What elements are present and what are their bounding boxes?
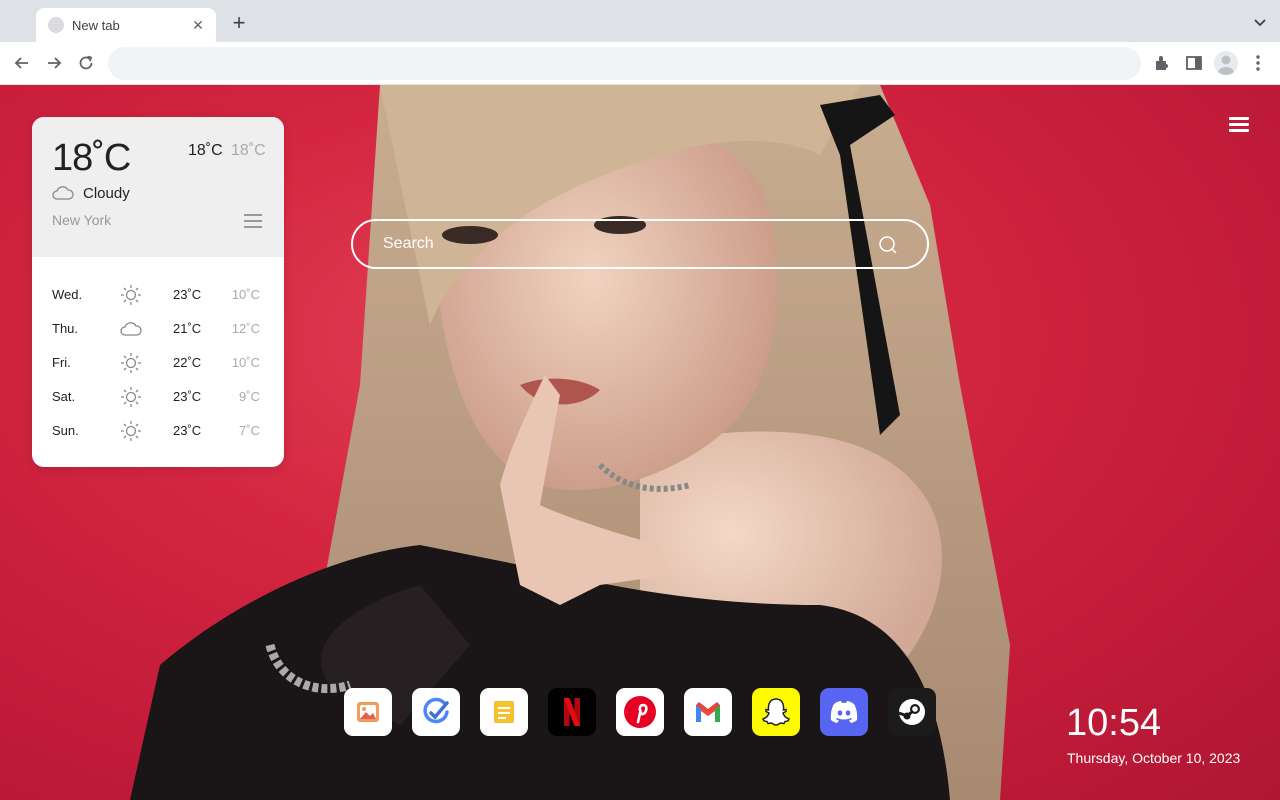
task-check-icon — [423, 697, 449, 724]
chevron-down-icon[interactable] — [1252, 14, 1268, 30]
forward-icon[interactable] — [44, 53, 64, 73]
back-icon[interactable] — [12, 53, 32, 73]
forecast-high: 23˚C — [173, 423, 202, 438]
close-tab-icon[interactable]: ✕ — [190, 17, 206, 33]
search-icon[interactable] — [878, 235, 898, 255]
forecast-row: Wed. 23˚C 10˚C — [32, 277, 284, 311]
clock-time: 10:54 — [1066, 702, 1162, 744]
discord-icon — [830, 701, 858, 723]
forecast-day: Thu. — [52, 321, 79, 336]
cloud-icon — [120, 322, 142, 336]
favicon-icon — [48, 17, 64, 33]
forecast-day: Sun. — [52, 423, 79, 438]
sun-icon — [121, 387, 141, 407]
forecast-low: 12˚C — [231, 321, 260, 336]
forecast-high: 23˚C — [173, 389, 202, 404]
weather-forecast: Wed. 23˚C 10˚C Thu. 21˚C 12˚C Fri. 22˚C … — [32, 277, 284, 447]
steam-icon — [898, 699, 925, 725]
pinterest-shortcut[interactable] — [616, 688, 664, 736]
kebab-menu-icon[interactable] — [1248, 53, 1268, 73]
extensions-icon[interactable] — [1152, 53, 1172, 73]
forecast-low: 10˚C — [231, 287, 260, 302]
forecast-low: 9˚C — [239, 389, 260, 404]
weather-current: 18˚C 18˚C 18˚C Cloudy New York — [32, 117, 284, 257]
today-low: 18˚C — [231, 142, 266, 159]
forecast-low: 7˚C — [239, 423, 260, 438]
profile-avatar-icon[interactable] — [1214, 51, 1238, 75]
side-panel-icon[interactable] — [1184, 53, 1204, 73]
tab-title: New tab — [72, 17, 120, 33]
search-input[interactable] — [383, 221, 863, 267]
sun-icon — [121, 285, 141, 305]
forecast-high: 21˚C — [173, 321, 202, 336]
gmail-icon — [696, 702, 720, 722]
pinterest-icon — [624, 696, 656, 728]
new-tab-button[interactable]: + — [228, 12, 250, 35]
forecast-row: Sun. 23˚C 7˚C — [32, 413, 284, 447]
gmail-shortcut[interactable] — [684, 688, 732, 736]
note-icon — [494, 701, 514, 723]
new-tab-page: 18˚C 18˚C 18˚C Cloudy New York Wed. 23˚C… — [0, 85, 1280, 800]
clock-date: Thursday, October 10, 2023 — [1067, 750, 1241, 766]
today-high: 18˚C — [188, 142, 223, 159]
forecast-day: Sat. — [52, 389, 76, 404]
forecast-low: 10˚C — [231, 355, 260, 370]
shortcut-dock — [344, 688, 944, 736]
tab-new-tab[interactable]: New tab ✕ — [36, 8, 216, 42]
steam-shortcut[interactable] — [888, 688, 936, 736]
forecast-day: Fri. — [52, 355, 71, 370]
forecast-row: Fri. 22˚C 10˚C — [32, 345, 284, 379]
current-temperature: 18˚C — [52, 137, 131, 179]
weather-condition: Cloudy — [83, 185, 130, 202]
address-bar[interactable] — [108, 47, 1141, 80]
forecast-row: Thu. 21˚C 12˚C — [32, 311, 284, 345]
image-icon — [357, 702, 379, 722]
tab-strip: New tab ✕ + — [0, 0, 1280, 42]
forecast-row: Sat. 23˚C 9˚C — [32, 379, 284, 413]
forecast-high: 22˚C — [173, 355, 202, 370]
browser-toolbar — [0, 42, 1280, 85]
reload-icon[interactable] — [76, 53, 96, 73]
sun-icon — [121, 421, 141, 441]
forecast-high: 23˚C — [173, 287, 202, 302]
forecast-day: Wed. — [52, 287, 83, 302]
netflix-icon — [564, 698, 580, 726]
tasks-shortcut[interactable] — [412, 688, 460, 736]
notes-shortcut[interactable] — [480, 688, 528, 736]
search-bar — [351, 219, 929, 269]
weather-list-button[interactable] — [244, 214, 262, 228]
weather-city: New York — [52, 212, 112, 228]
photos-shortcut[interactable] — [344, 688, 392, 736]
netflix-shortcut[interactable] — [548, 688, 596, 736]
discord-shortcut[interactable] — [820, 688, 868, 736]
cloud-icon — [52, 186, 74, 200]
weather-widget: 18˚C 18˚C 18˚C Cloudy New York Wed. 23˚C… — [32, 117, 284, 467]
settings-menu-button[interactable] — [1229, 117, 1249, 133]
snapchat-icon — [761, 698, 791, 726]
sun-icon — [121, 353, 141, 373]
snapchat-shortcut[interactable] — [752, 688, 800, 736]
